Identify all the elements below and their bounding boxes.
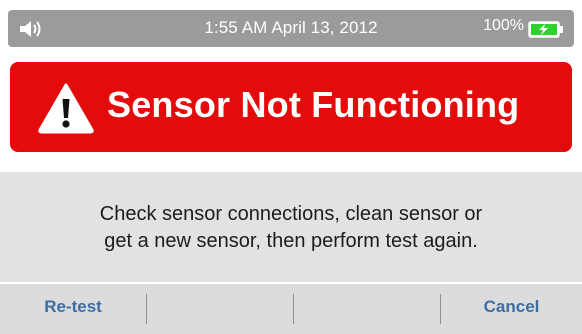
blank-button-1[interactable] (147, 284, 293, 334)
alert-title: Sensor Not Functioning (107, 84, 520, 125)
message-line-2: get a new sensor, then perform test agai… (104, 230, 478, 252)
button-bar: Re-test Cancel (0, 284, 582, 334)
alert-banner: Sensor Not Functioning (10, 62, 572, 152)
cancel-button[interactable]: Cancel (441, 284, 582, 334)
retest-button[interactable]: Re-test (0, 284, 146, 334)
message-text: Check sensor connections, clean sensor o… (0, 201, 582, 255)
meter-screen: 1:55 AM April 13, 2012 100% Sensor Not F… (0, 0, 582, 334)
warning-triangle-icon (38, 83, 94, 134)
status-date: April 13, 2012 (271, 18, 378, 37)
blank-button-2[interactable] (294, 284, 440, 334)
message-panel: Check sensor connections, clean sensor o… (0, 172, 582, 282)
battery-percent: 100% (483, 17, 524, 34)
message-line-1: Check sensor connections, clean sensor o… (99, 203, 483, 225)
battery-charging-icon (528, 21, 563, 38)
status-bar: 1:55 AM April 13, 2012 100% (8, 10, 574, 47)
status-time: 1:55 AM (204, 18, 268, 37)
